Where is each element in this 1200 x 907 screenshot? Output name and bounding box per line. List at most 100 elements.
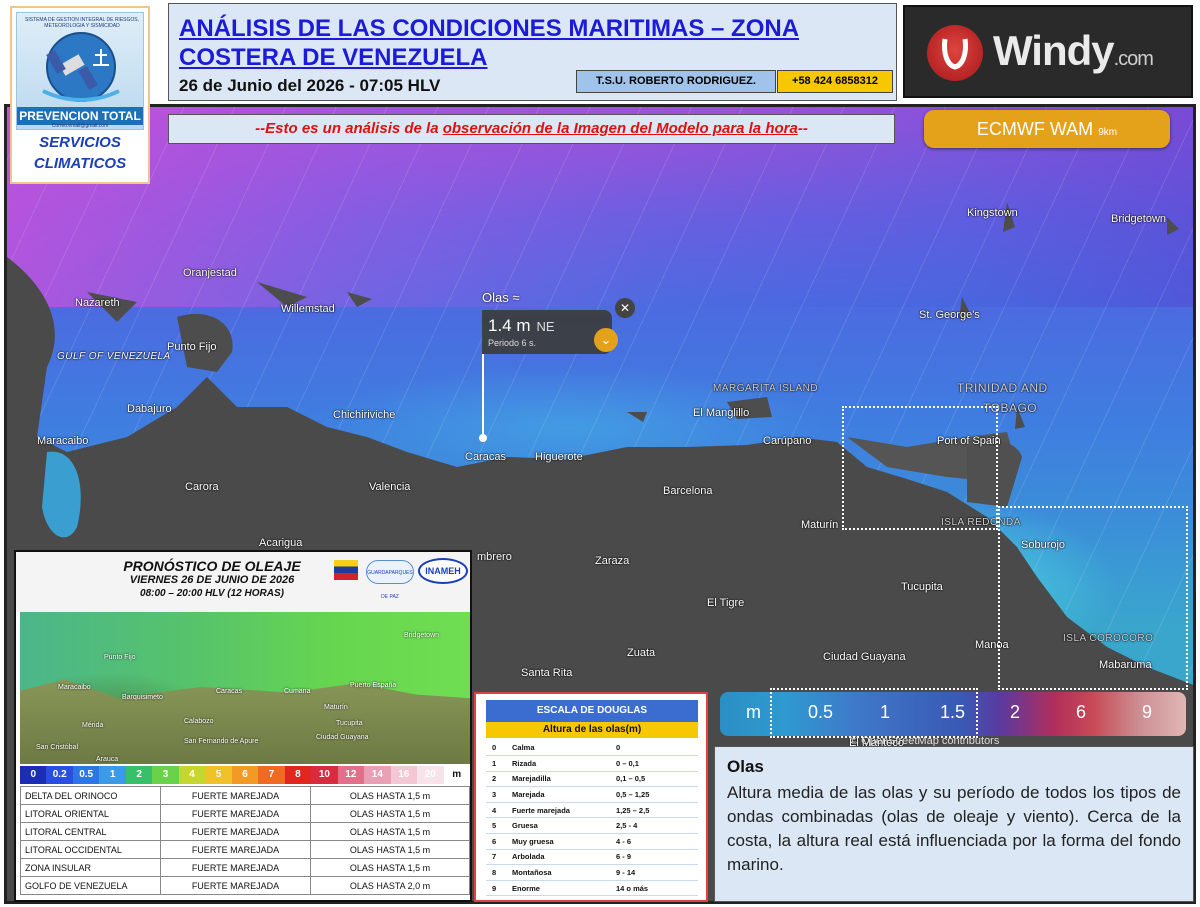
forecast-height: OLAS HASTA 1,5 m bbox=[310, 840, 470, 859]
windy-swirl-icon bbox=[942, 38, 968, 70]
place-nazareth: Nazareth bbox=[75, 297, 120, 309]
scale-step: 0.5 bbox=[72, 766, 100, 784]
popup-value-row: 1.4 m NE bbox=[488, 316, 555, 336]
fmap-label-cumana: Cumana bbox=[284, 688, 311, 695]
scale-step: 0.2 bbox=[46, 766, 73, 784]
model-name: ECMWF WAM bbox=[976, 119, 1094, 139]
highlight-delta-area bbox=[998, 506, 1188, 690]
page-title: ANÁLISIS DE LAS CONDICIONES MARITIMAS – … bbox=[179, 15, 800, 71]
douglas-subtitle: Altura de las olas(m) bbox=[486, 722, 698, 738]
place-willemstad: Willemstad bbox=[281, 303, 335, 315]
douglas-degree: 7 bbox=[486, 849, 512, 866]
fmap-label-san-cristobal: San Cristóbal bbox=[36, 744, 79, 751]
place-acarigua: Acarigua bbox=[259, 537, 303, 549]
place-sombrero: mbrero bbox=[477, 551, 512, 563]
fmap-label-maturin: Maturín bbox=[324, 704, 348, 711]
layer-description: Olas Altura media de las olas y su perío… bbox=[714, 746, 1194, 902]
phone-badge: +58 424 6858312 bbox=[777, 70, 893, 93]
popup-layer-label: Olas ≈ bbox=[482, 290, 520, 305]
douglas-height: 6 - 9 bbox=[612, 849, 698, 866]
fmap-label-caracas: Caracas bbox=[216, 688, 243, 695]
douglas-scale-panel: ESCALA DE DOUGLAS Altura de las olas(m) … bbox=[474, 692, 708, 902]
scale-step: 4 bbox=[178, 766, 206, 784]
popup-wave-direction: NE bbox=[536, 319, 555, 334]
satellite-icon bbox=[42, 32, 120, 102]
legend-highlight-box bbox=[770, 688, 978, 738]
legend-stop-9: 9 bbox=[1142, 702, 1153, 722]
douglas-height: 14 o más bbox=[612, 880, 698, 897]
place-dabajuro: Dabajuro bbox=[127, 403, 172, 415]
douglas-degree: 2 bbox=[486, 771, 512, 788]
place-trinidad: TRINIDAD AND bbox=[957, 381, 1048, 395]
popup-pin-dot[interactable] bbox=[479, 434, 487, 442]
douglas-row: 1 Rizada 0 – 0,1 bbox=[486, 755, 698, 772]
forecast-state: FUERTE MAREJADA bbox=[160, 786, 311, 805]
fmap-label-calabozo: Calabozo bbox=[184, 718, 214, 725]
logo-emblem: SISTEMA DE GESTION INTEGRAL DE RIESGOS, … bbox=[16, 12, 144, 130]
place-margarita-island: MARGARITA ISLAND bbox=[713, 383, 819, 394]
place-kingstown: Kingstown bbox=[967, 207, 1018, 219]
douglas-description: Arbolada bbox=[512, 849, 612, 866]
forecast-state: FUERTE MAREJADA bbox=[160, 876, 311, 895]
forecast-row: GOLFO DE VENEZUELA FUERTE MAREJADA OLAS HA… bbox=[20, 876, 470, 895]
douglas-description: Marejada bbox=[512, 786, 612, 803]
place-gulf-of-venezuela: GULF OF VENEZUELA bbox=[57, 351, 171, 362]
forecast-header: PRONÓSTICO DE OLEAJE VIERNES 26 DE JUNIO… bbox=[16, 552, 470, 612]
place-valencia: Valencia bbox=[369, 481, 411, 493]
scale-step: 0 bbox=[20, 766, 47, 784]
fmap-label-ciudad-guayana: Ciudad Guayana bbox=[316, 734, 369, 741]
close-icon[interactable]: ✕ bbox=[615, 298, 635, 318]
douglas-row: 2 Marejadilla 0,1 – 0,5 bbox=[486, 771, 698, 788]
forecast-zone: DELTA DEL ORINOCO bbox=[20, 786, 161, 805]
highlight-trinidad-area bbox=[842, 406, 998, 530]
model-selector-button[interactable]: ECMWF WAM 9km bbox=[924, 110, 1170, 148]
douglas-height: 0,1 – 0,5 bbox=[612, 771, 698, 788]
forecast-state: FUERTE MAREJADA bbox=[160, 822, 311, 841]
legend-stop-2: 2 bbox=[1010, 702, 1021, 722]
brand-logo: SISTEMA DE GESTION INTEGRAL DE RIESGOS, … bbox=[10, 6, 150, 184]
place-maracaibo: Maracaibo bbox=[37, 435, 89, 447]
forecast-panel: PRONÓSTICO DE OLEAJE VIERNES 26 DE JUNIO… bbox=[14, 550, 472, 902]
forecast-row: DELTA DEL ORINOCO FUERTE MAREJADA OLAS HAS… bbox=[20, 786, 470, 805]
forecast-hours: 08:00 – 20:00 HLV (12 HORAS) bbox=[140, 588, 284, 599]
fmap-label-arauca: Arauca bbox=[96, 756, 119, 763]
douglas-description: Fuerte marejada bbox=[512, 802, 612, 819]
douglas-row: 8 Montañosa 9 - 14 bbox=[486, 864, 698, 881]
douglas-height: 0 bbox=[612, 740, 698, 757]
popup-wave-height: 1.4 m bbox=[488, 316, 531, 335]
forecast-height: OLAS HASTA 1,5 m bbox=[310, 858, 470, 877]
note-underlined: observación de la Imagen del Modelo para… bbox=[442, 120, 798, 137]
place-zuata: Zuata bbox=[627, 647, 656, 659]
legend-stop-6: 6 bbox=[1076, 702, 1087, 722]
logo-subtitle-line2: CLIMATICOS bbox=[33, 155, 127, 172]
forecast-zone: LITORAL OCCIDENTAL bbox=[20, 840, 161, 859]
place-oranjestad: Oranjestad bbox=[183, 267, 237, 279]
douglas-height: 1,25 – 2,5 bbox=[612, 802, 698, 819]
chevron-down-icon[interactable]: ⌄ bbox=[594, 328, 618, 352]
scale-step: 20 bbox=[417, 766, 444, 784]
douglas-title: ESCALA DE DOUGLAS bbox=[486, 700, 698, 722]
model-resolution: 9km bbox=[1098, 127, 1118, 138]
douglas-row: 3 Marejada 0,5 – 1,25 bbox=[486, 786, 698, 803]
analysis-note: --Esto es un análisis de la observación … bbox=[168, 114, 895, 144]
douglas-degree: 8 bbox=[486, 864, 512, 881]
forecast-row: LITORAL CENTRAL FUERTE MAREJADA OLAS HASTA… bbox=[20, 822, 470, 841]
windy-emblem-icon bbox=[927, 25, 983, 81]
douglas-height: 2,5 - 4 bbox=[612, 817, 698, 835]
forecast-height: OLAS HASTA 1,5 m bbox=[310, 786, 470, 805]
fmap-label-barquisimeto: Barquisimeto bbox=[122, 694, 163, 701]
wave-info-popup[interactable]: 1.4 m NE Periodo 6 s. bbox=[482, 310, 612, 354]
douglas-row: 5 Gruesa 2,5 - 4 bbox=[486, 817, 698, 835]
scale-step: 2 bbox=[125, 766, 153, 784]
douglas-description: Rizada bbox=[512, 755, 612, 772]
douglas-height: 0 – 0,1 bbox=[612, 755, 698, 772]
date-line: 26 de Junio del 2026 - 07:05 HLV bbox=[179, 76, 441, 95]
popup-pin-line bbox=[482, 354, 484, 438]
douglas-row: 0 Calma 0 bbox=[486, 740, 698, 757]
douglas-degree: 6 bbox=[486, 833, 512, 850]
popup-wave-period: Periodo 6 s. bbox=[488, 338, 537, 348]
inameh-logo: INAMEH bbox=[418, 558, 468, 584]
logo-subtitle-line1: SERVICIOS bbox=[39, 134, 121, 151]
forecast-state: FUERTE MAREJADA bbox=[160, 858, 311, 877]
douglas-row: 6 Muy gruesa 4 - 6 bbox=[486, 833, 698, 850]
